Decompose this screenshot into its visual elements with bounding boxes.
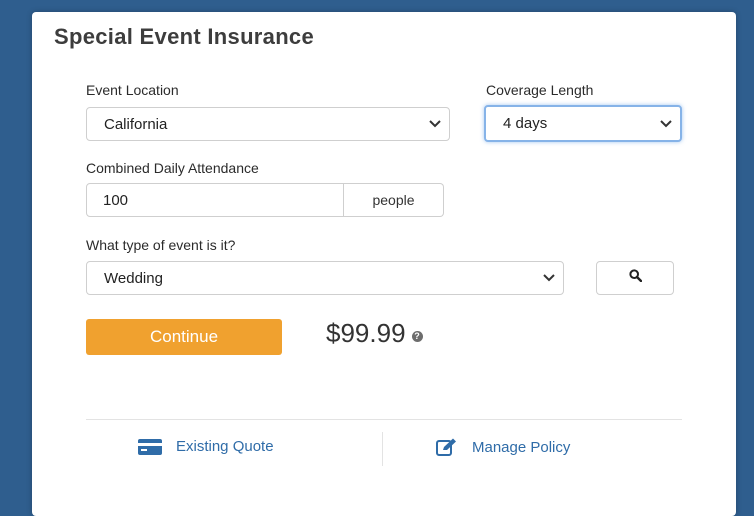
event-type-value: Wedding <box>104 269 163 287</box>
event-type-select[interactable]: Wedding <box>86 261 564 295</box>
manage-policy-link[interactable]: Manage Policy <box>436 438 570 456</box>
chevron-down-icon <box>535 274 563 282</box>
footer-divider <box>86 419 682 420</box>
attendance-input[interactable]: 100 <box>86 183 344 217</box>
price-display: $99.99 ? <box>326 318 423 349</box>
chevron-down-icon <box>652 119 680 128</box>
attendance-label: Combined Daily Attendance <box>86 160 259 176</box>
event-location-value: California <box>104 115 168 133</box>
footer-vertical-divider <box>382 432 383 466</box>
question-circle-icon[interactable]: ? <box>411 331 423 342</box>
continue-button[interactable]: Continue <box>86 319 282 355</box>
coverage-length-label: Coverage Length <box>486 82 594 98</box>
edit-icon <box>436 438 458 456</box>
page-title: Special Event Insurance <box>54 24 315 49</box>
price-value: $99.99 <box>326 318 406 348</box>
existing-quote-label: Existing Quote <box>176 438 274 455</box>
search-icon <box>628 269 642 287</box>
manage-policy-label: Manage Policy <box>472 438 571 456</box>
existing-quote-link[interactable]: Existing Quote <box>138 438 274 455</box>
event-type-label: What type of event is it? <box>86 237 236 253</box>
credit-card-icon <box>138 438 162 455</box>
chevron-down-icon <box>421 120 449 128</box>
event-location-label: Event Location <box>86 82 179 98</box>
coverage-length-value: 4 days <box>503 115 548 132</box>
coverage-length-select[interactable]: 4 days <box>484 105 682 142</box>
attendance-input-group: 100 people <box>86 183 444 217</box>
attendance-unit: people <box>344 183 444 217</box>
event-location-select[interactable]: California <box>86 107 450 141</box>
search-button[interactable] <box>596 261 674 295</box>
